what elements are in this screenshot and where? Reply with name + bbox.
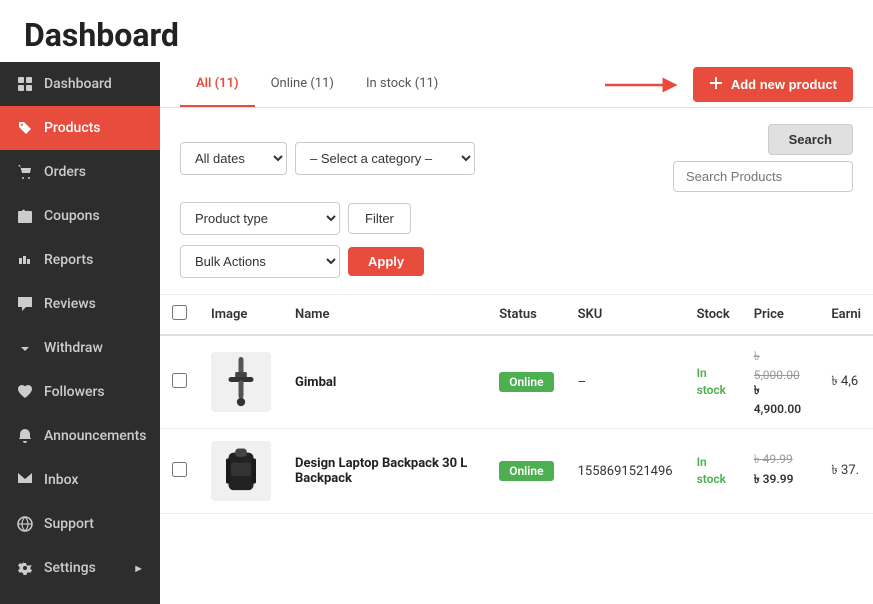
- page-title: Dashboard: [24, 16, 849, 54]
- sidebar-item-reports-label: Reports: [44, 252, 144, 268]
- arrow-to-button: [605, 75, 685, 95]
- add-product-button[interactable]: Add new product: [693, 67, 853, 102]
- download-icon: [16, 339, 34, 357]
- sidebar-item-coupons-label: Coupons: [44, 208, 144, 224]
- th-name: Name: [283, 295, 487, 335]
- sidebar-item-dashboard[interactable]: Dashboard: [0, 62, 160, 106]
- sidebar-item-reviews[interactable]: Reviews: [0, 282, 160, 326]
- sidebar-item-withdraw[interactable]: Withdraw: [0, 326, 160, 370]
- row-name-cell: Gimbal: [283, 335, 487, 429]
- row-status-cell: Online: [487, 335, 565, 429]
- row-sku-cell: 1558691521496: [566, 429, 685, 514]
- sidebar-item-support-label: Support: [44, 516, 144, 532]
- row-price-cell: ৳ 5,000.00 ৳ 4,900.00: [742, 335, 820, 429]
- sidebar-item-orders-label: Orders: [44, 164, 144, 180]
- th-sku: SKU: [566, 295, 685, 335]
- filter-button[interactable]: Filter: [348, 203, 411, 234]
- sidebar-item-orders[interactable]: Orders: [0, 150, 160, 194]
- select-all-checkbox[interactable]: [172, 305, 187, 320]
- date-filter[interactable]: All dates Today This week This month: [180, 142, 287, 175]
- heart-icon: [16, 383, 34, 401]
- filter-row-3: Bulk Actions Apply: [180, 245, 853, 278]
- gear-icon: [16, 559, 34, 577]
- sidebar-item-products[interactable]: Products: [0, 106, 160, 150]
- row-earnings-cell: ৳ 37.: [819, 429, 873, 514]
- backpack-svg: [216, 446, 266, 496]
- tabs-bar: All (11) Online (11) In stock (11): [160, 62, 873, 108]
- search-button[interactable]: Search: [768, 124, 853, 155]
- sidebar-item-withdraw-label: Withdraw: [44, 340, 144, 356]
- row-stock-cell: Instock: [685, 429, 742, 514]
- product-tabs: All (11) Online (11) In stock (11): [180, 62, 454, 107]
- sidebar-item-inbox-label: Inbox: [44, 472, 144, 488]
- row-image-cell: [199, 429, 283, 514]
- row-price-cell: ৳ 49.99 ৳ 39.99: [742, 429, 820, 514]
- sidebar-item-reports[interactable]: Reports: [0, 238, 160, 282]
- th-stock: Stock: [685, 295, 742, 335]
- sidebar: Dashboard Products Orders: [0, 62, 160, 604]
- products-table: Image Name Status SKU Stock Price Earni: [160, 295, 873, 514]
- row-stock-cell: Instock: [685, 335, 742, 429]
- th-status: Status: [487, 295, 565, 335]
- row-checkbox[interactable]: [172, 373, 187, 388]
- tab-online[interactable]: Online (11): [255, 62, 350, 107]
- product-image: [211, 441, 271, 501]
- sidebar-item-settings-label: Settings: [44, 560, 123, 576]
- sidebar-item-announcements-label: Announcements: [44, 428, 146, 444]
- tab-all[interactable]: All (11): [180, 62, 255, 107]
- sidebar-item-products-label: Products: [44, 120, 144, 136]
- row-sku-cell: –: [566, 335, 685, 429]
- cart-icon: [16, 163, 34, 181]
- sidebar-item-followers-label: Followers: [44, 384, 144, 400]
- filter-row-1: All dates Today This week This month – S…: [180, 124, 853, 192]
- chart-icon: [16, 251, 34, 269]
- row-checkbox[interactable]: [172, 462, 187, 477]
- row-checkbox-cell: [160, 429, 199, 514]
- sidebar-item-followers[interactable]: Followers: [0, 370, 160, 414]
- apply-button[interactable]: Apply: [348, 247, 424, 276]
- sidebar-item-reviews-label: Reviews: [44, 296, 144, 312]
- sidebar-item-support[interactable]: Support: [0, 502, 160, 546]
- tag-icon: [16, 119, 34, 137]
- message-icon: [16, 471, 34, 489]
- comment-icon: [16, 295, 34, 313]
- row-earnings-cell: ৳ 4,6: [819, 335, 873, 429]
- category-filter[interactable]: – Select a category –: [295, 142, 475, 175]
- filter-row-2: Product type Filter: [180, 202, 853, 235]
- product-image: [211, 352, 271, 412]
- row-image-cell: [199, 335, 283, 429]
- bell-icon: [16, 427, 34, 445]
- th-checkbox: [160, 295, 199, 335]
- row-checkbox-cell: [160, 335, 199, 429]
- bulk-actions-select[interactable]: Bulk Actions: [180, 245, 340, 278]
- table-header-row: Image Name Status SKU Stock Price Earni: [160, 295, 873, 335]
- th-image: Image: [199, 295, 283, 335]
- sidebar-item-dashboard-label: Dashboard: [44, 76, 144, 92]
- th-price: Price: [742, 295, 820, 335]
- sidebar-item-inbox[interactable]: Inbox: [0, 458, 160, 502]
- row-status-cell: Online: [487, 429, 565, 514]
- table-row: Gimbal Online – Instock ৳ 5,000.00 ৳ 4,9…: [160, 335, 873, 429]
- status-badge: Online: [499, 372, 553, 392]
- grid-icon: [16, 75, 34, 93]
- filters-section: All dates Today This week This month – S…: [160, 108, 873, 295]
- plus-icon: [709, 76, 723, 93]
- product-type-filter[interactable]: Product type: [180, 202, 340, 235]
- chevron-right-icon: ►: [133, 562, 144, 575]
- sidebar-item-settings[interactable]: Settings ►: [0, 546, 160, 590]
- main-content: All (11) Online (11) In stock (11): [160, 62, 873, 604]
- sidebar-item-announcements[interactable]: Announcements: [0, 414, 160, 458]
- status-badge: Online: [499, 461, 553, 481]
- tab-instock[interactable]: In stock (11): [350, 62, 454, 107]
- search-products-input[interactable]: [673, 161, 853, 192]
- gimbal-svg: [216, 357, 266, 407]
- globe-icon: [16, 515, 34, 533]
- gift-icon: [16, 207, 34, 225]
- sidebar-item-coupons[interactable]: Coupons: [0, 194, 160, 238]
- table-row: Design Laptop Backpack 30 L Backpack Onl…: [160, 429, 873, 514]
- row-name-cell: Design Laptop Backpack 30 L Backpack: [283, 429, 487, 514]
- th-earnings: Earni: [819, 295, 873, 335]
